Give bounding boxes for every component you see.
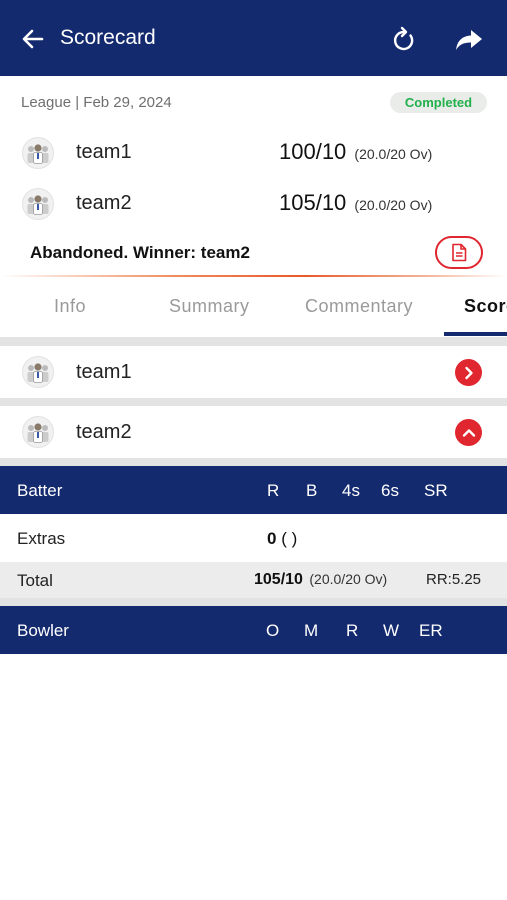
team-overs: (20.0/20 Ov): [354, 146, 433, 162]
bowling-table-header: Bowler O M R W ER: [0, 606, 507, 654]
match-result: Abandoned. Winner: team2: [30, 243, 250, 262]
team-players-icon: [27, 195, 49, 215]
bowler-runs-column-header: R: [346, 621, 359, 640]
active-tab-indicator: [444, 332, 507, 336]
extras-total: 0: [267, 529, 277, 548]
innings-row-team2[interactable]: team2: [0, 406, 507, 458]
total-value: 105/10 (20.0/20 Ov): [254, 571, 387, 589]
team-avatar: [22, 416, 54, 448]
team-name: team1: [76, 141, 132, 163]
total-overs: (20.0/20 Ov): [309, 571, 388, 587]
strike-rate-column-header: SR: [424, 481, 448, 500]
section-separator: [0, 337, 507, 346]
section-separator: [0, 458, 507, 466]
share-button[interactable]: [452, 24, 486, 56]
team-score: 105/10 (20.0/20 Ov): [279, 190, 432, 216]
economy-column-header: ER: [419, 621, 443, 640]
tab-commentary[interactable]: Commentary: [305, 296, 413, 317]
fours-column-header: 4s: [342, 481, 360, 500]
team-runs: 100/10: [279, 139, 347, 164]
batting-table-header: Batter R B 4s 6s SR: [0, 466, 507, 514]
team-players-icon: [27, 363, 49, 383]
team-score: 100/10 (20.0/20 Ov): [279, 139, 432, 165]
total-label: Total: [17, 571, 53, 590]
runs-column-header: R: [267, 481, 280, 500]
collapse-button[interactable]: [455, 419, 482, 446]
team-overs: (20.0/20 Ov): [354, 197, 433, 213]
tab-summary[interactable]: Summary: [169, 296, 250, 317]
extras-detail: ( ): [281, 529, 298, 548]
status-badge: Completed: [390, 92, 487, 113]
team-name: team2: [76, 192, 132, 214]
team-avatar: [22, 188, 54, 220]
page-title: Scorecard: [60, 26, 156, 49]
chevron-up-icon: [462, 428, 475, 437]
document-icon: [452, 243, 467, 262]
team-runs: 105/10: [279, 190, 347, 215]
total-row: Total 105/10 (20.0/20 Ov) RR:5.25: [0, 562, 507, 598]
maidens-column-header: M: [304, 621, 319, 640]
app-header: Scorecard: [0, 0, 507, 76]
arrow-left-icon: [22, 29, 44, 49]
team-avatar: [22, 137, 54, 169]
share-icon: [456, 30, 482, 50]
team-players-icon: [27, 144, 49, 164]
section-separator: [0, 598, 507, 606]
batter-column-header: Batter: [17, 481, 63, 500]
tab-info[interactable]: Info: [54, 296, 86, 317]
tab-bar: Info Summary Commentary Scorecard: [0, 277, 507, 337]
overs-column-header: O: [266, 621, 280, 640]
wickets-column-header: W: [383, 621, 400, 640]
expand-button[interactable]: [455, 359, 482, 386]
team-score-row: team2 105/10 (20.0/20 Ov): [0, 184, 507, 224]
chevron-right-icon: [464, 366, 473, 379]
team-players-icon: [27, 423, 49, 443]
back-button[interactable]: [18, 24, 48, 54]
team-score-row: team1 100/10 (20.0/20 Ov): [0, 133, 507, 173]
innings-row-team1[interactable]: team1: [0, 346, 507, 398]
run-rate: RR:5.25: [426, 571, 482, 588]
total-runs: 105/10: [254, 571, 303, 588]
section-separator: [0, 398, 507, 406]
innings-team-name: team1: [76, 361, 132, 383]
tab-scorecard[interactable]: Scorecard: [464, 296, 507, 317]
match-meta: League | Feb 29, 2024: [21, 94, 172, 111]
scorecard-pdf-button[interactable]: [435, 236, 483, 269]
bowler-column-header: Bowler: [17, 621, 69, 640]
refresh-icon: [393, 26, 414, 51]
extras-label: Extras: [17, 529, 66, 548]
sixes-column-header: 6s: [381, 481, 399, 500]
extras-row: Extras 0 ( ): [0, 514, 507, 562]
extras-value: 0 ( ): [267, 529, 297, 549]
refresh-button[interactable]: [388, 24, 420, 56]
team-avatar: [22, 356, 54, 388]
innings-team-name: team2: [76, 421, 132, 443]
balls-column-header: B: [306, 481, 318, 500]
